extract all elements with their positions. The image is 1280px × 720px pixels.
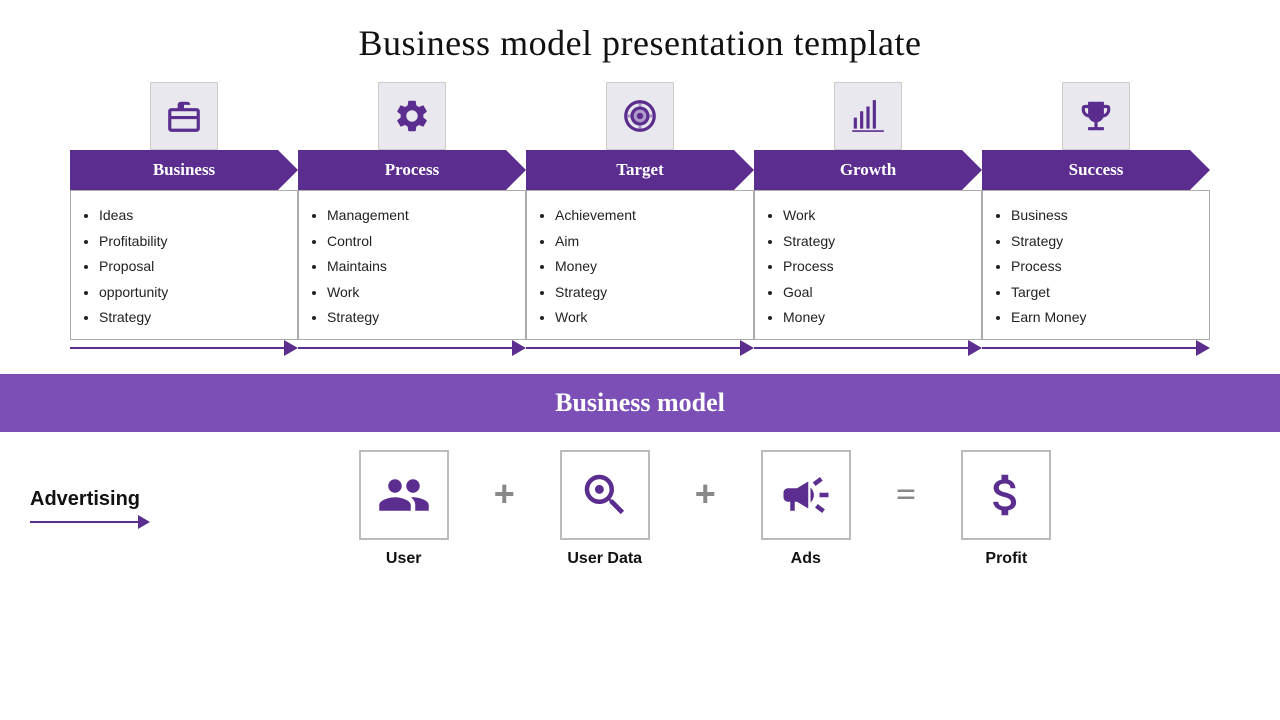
list-item: Achievement	[555, 203, 739, 228]
arrow-line	[754, 347, 968, 349]
list-item: Management	[327, 203, 511, 228]
business-arrow	[70, 340, 298, 356]
arrow-line	[982, 347, 1196, 349]
arrow-block-success: Success Business Strategy Process Target…	[982, 82, 1210, 356]
list-item: Aim	[555, 229, 739, 254]
list-item: Strategy	[783, 229, 967, 254]
list-item: Strategy	[99, 305, 283, 330]
user-label: User	[386, 550, 422, 568]
success-content: Business Strategy Process Target Earn Mo…	[982, 190, 1210, 340]
bottom-items-container: User + User Data + Ads =	[160, 450, 1250, 568]
chart-icon	[849, 97, 887, 135]
arrow-line	[70, 347, 284, 349]
growth-header: Growth	[754, 150, 982, 190]
arrow-tip	[968, 340, 982, 356]
advertising-label-container: Advertising	[30, 488, 160, 529]
business-header: Business	[70, 150, 298, 190]
list-item: Strategy	[555, 280, 739, 305]
advertising-arrow	[30, 515, 150, 529]
list-item: Proposal	[99, 254, 283, 279]
bottom-item-user: User	[324, 450, 484, 568]
process-content: Management Control Maintains Work Strate…	[298, 190, 526, 340]
adv-arrow-line	[30, 521, 138, 523]
list-item: Process	[1011, 254, 1195, 279]
target-icon	[621, 97, 659, 135]
list-item: Money	[783, 305, 967, 330]
process-icon-box	[378, 82, 446, 150]
arrow-line	[526, 347, 740, 349]
equals-operator: =	[896, 473, 917, 515]
profit-label: Profit	[985, 550, 1027, 568]
arrow-blocks-container: Business Ideas Profitability Proposal op…	[0, 82, 1280, 356]
arrow-line	[298, 347, 512, 349]
growth-arrow	[754, 340, 982, 356]
profit-icon-box	[961, 450, 1051, 540]
plus-operator-2: +	[695, 473, 716, 515]
growth-content: Work Strategy Process Goal Money	[754, 190, 982, 340]
briefcase-icon	[165, 97, 203, 135]
list-item: Strategy	[327, 305, 511, 330]
list-item: Work	[783, 203, 967, 228]
success-arrow	[982, 340, 1210, 356]
business-content: Ideas Profitability Proposal opportunity…	[70, 190, 298, 340]
list-item: Maintains	[327, 254, 511, 279]
list-item: Strategy	[1011, 229, 1195, 254]
list-item: Money	[555, 254, 739, 279]
search-users-icon	[578, 468, 632, 522]
list-item: Process	[783, 254, 967, 279]
adv-arrow-tip	[138, 515, 150, 529]
list-item: Work	[555, 305, 739, 330]
target-icon-box	[606, 82, 674, 150]
arrow-tip	[284, 340, 298, 356]
arrow-tip	[1196, 340, 1210, 356]
arrow-block-target: Target Achievement Aim Money Strategy Wo…	[526, 82, 754, 356]
advertising-text: Advertising	[30, 488, 140, 511]
list-item: Control	[327, 229, 511, 254]
money-icon	[979, 468, 1033, 522]
list-item: Profitability	[99, 229, 283, 254]
process-header: Process	[298, 150, 526, 190]
arrow-block-business: Business Ideas Profitability Proposal op…	[70, 82, 298, 356]
bottom-item-ads: Ads	[726, 450, 886, 568]
users-icon	[377, 468, 431, 522]
arrow-tip	[740, 340, 754, 356]
list-item: Target	[1011, 280, 1195, 305]
user-icon-box	[359, 450, 449, 540]
growth-icon-box	[834, 82, 902, 150]
business-icon-box	[150, 82, 218, 150]
target-content: Achievement Aim Money Strategy Work	[526, 190, 754, 340]
success-icon-box	[1062, 82, 1130, 150]
gear-icon	[393, 97, 431, 135]
process-arrow	[298, 340, 526, 356]
target-header: Target	[526, 150, 754, 190]
list-item: opportunity	[99, 280, 283, 305]
target-arrow	[526, 340, 754, 356]
success-header: Success	[982, 150, 1210, 190]
trophy-icon	[1077, 97, 1115, 135]
bottom-item-userdata: User Data	[525, 450, 685, 568]
arrow-block-growth: Growth Work Strategy Process Goal Money	[754, 82, 982, 356]
bottom-item-profit: Profit	[926, 450, 1086, 568]
userdata-icon-box	[560, 450, 650, 540]
list-item: Work	[327, 280, 511, 305]
list-item: Ideas	[99, 203, 283, 228]
ads-icon-box	[761, 450, 851, 540]
business-model-banner: Business model	[0, 374, 1280, 432]
list-item: Goal	[783, 280, 967, 305]
page-title: Business model presentation template	[0, 0, 1280, 82]
ads-label: Ads	[791, 550, 821, 568]
megaphone-icon	[779, 468, 833, 522]
arrow-tip	[512, 340, 526, 356]
list-item: Business	[1011, 203, 1195, 228]
list-item: Earn Money	[1011, 305, 1195, 330]
userdata-label: User Data	[567, 550, 642, 568]
arrow-block-process: Process Management Control Maintains Wor…	[298, 82, 526, 356]
bottom-section: Advertising User + User Data	[0, 432, 1280, 568]
plus-operator-1: +	[494, 473, 515, 515]
